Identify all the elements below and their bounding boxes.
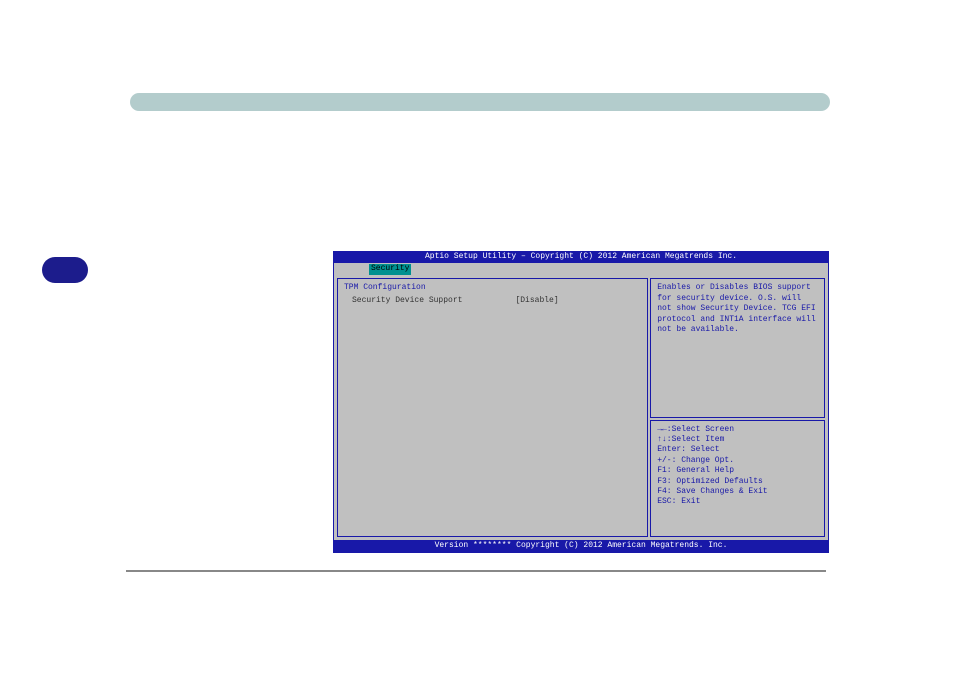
nav-enter-select: Enter: Select <box>657 445 818 455</box>
bios-right-panel: Enables or Disables BIOS support for sec… <box>650 278 825 537</box>
security-device-support-label: Security Device Support <box>344 296 515 306</box>
tpm-config-heading: TPM Configuration <box>344 283 641 293</box>
tab-security[interactable]: Security <box>369 264 411 274</box>
security-device-support-row[interactable]: Security Device Support [Disable] <box>344 296 641 306</box>
security-device-support-value[interactable]: [Disable] <box>515 296 641 306</box>
nav-general-help: F1: General Help <box>657 466 818 476</box>
bios-tab-bar: Security <box>333 263 829 275</box>
page-header-bar <box>130 93 830 111</box>
nav-optimized-defaults: F3: Optimized Defaults <box>657 477 818 487</box>
side-badge <box>42 257 88 283</box>
nav-select-screen: →←:Select Screen <box>657 425 818 435</box>
bios-help-text: Enables or Disables BIOS support for sec… <box>650 278 825 417</box>
bios-body: TPM Configuration Security Device Suppor… <box>333 275 829 540</box>
page-footer-line <box>126 570 826 572</box>
nav-esc-exit: ESC: Exit <box>657 497 818 507</box>
nav-select-item: ↑↓:Select Item <box>657 435 818 445</box>
bios-window: Aptio Setup Utility – Copyright (C) 2012… <box>333 251 829 548</box>
bios-footer: Version ******** Copyright (C) 2012 Amer… <box>333 540 829 552</box>
bios-title: Aptio Setup Utility – Copyright (C) 2012… <box>333 251 829 263</box>
bios-nav-help: →←:Select Screen ↑↓:Select Item Enter: S… <box>650 420 825 538</box>
nav-change-opt: +/-: Change Opt. <box>657 456 818 466</box>
nav-save-exit: F4: Save Changes & Exit <box>657 487 818 497</box>
bios-settings-panel: TPM Configuration Security Device Suppor… <box>337 278 648 537</box>
